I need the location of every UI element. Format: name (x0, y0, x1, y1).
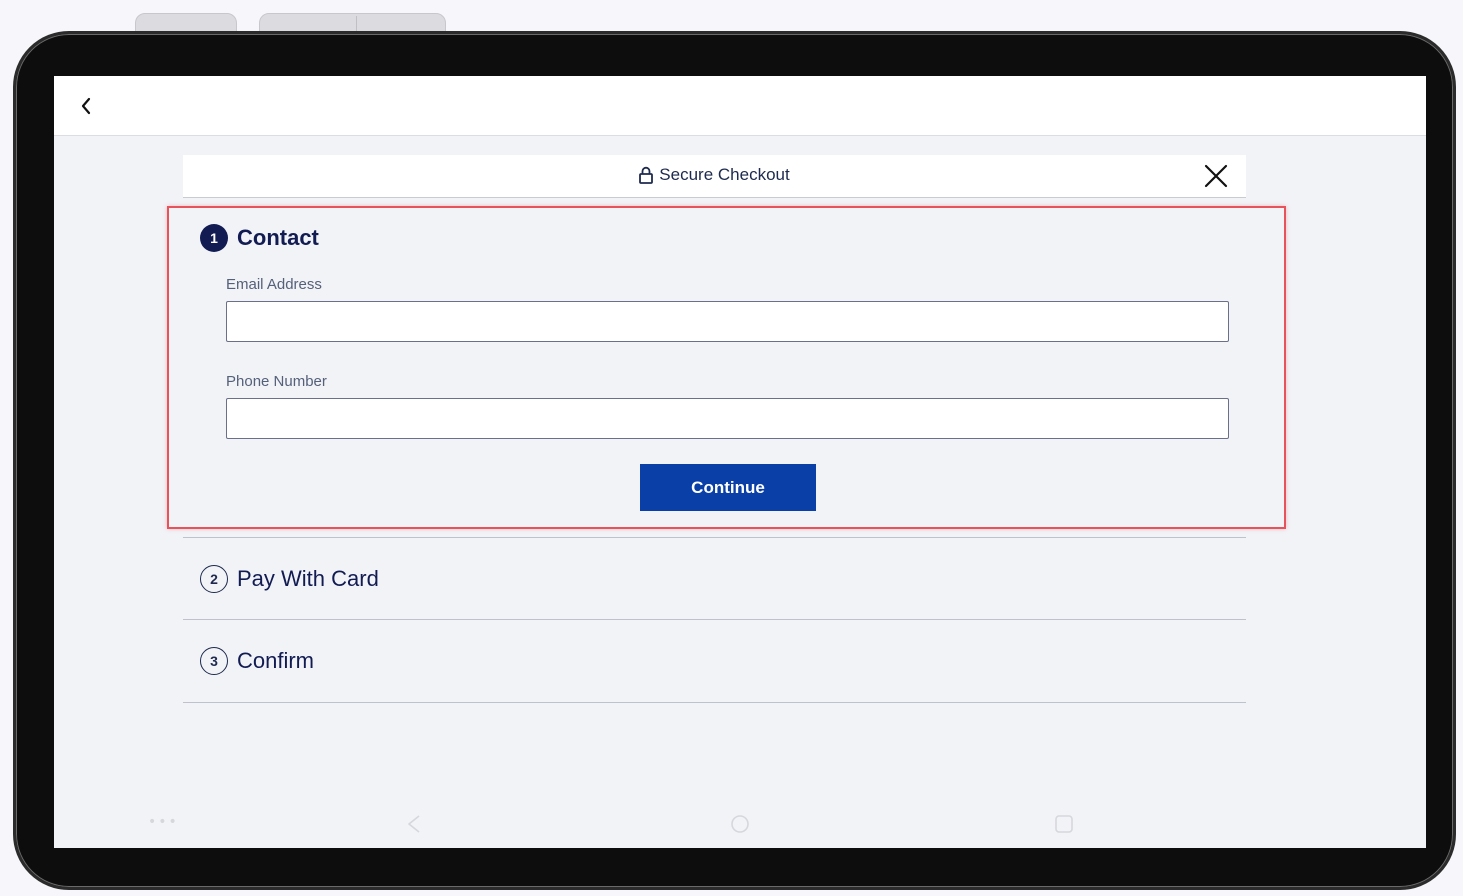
screen: Secure Checkout 1 Contact Email Address … (54, 76, 1426, 848)
phone-label: Phone Number (226, 373, 327, 390)
nav-home-icon[interactable] (730, 814, 750, 834)
section-divider (183, 619, 1246, 620)
chevron-left-icon (81, 97, 91, 115)
checkout-header: Secure Checkout (183, 155, 1246, 198)
step-label: Pay With Card (237, 566, 379, 591)
email-label: Email Address (226, 276, 322, 293)
step-contact[interactable]: 1 Contact (200, 224, 319, 252)
back-button[interactable] (72, 92, 100, 120)
lock-icon (639, 166, 654, 184)
page: Secure Checkout 1 Contact Email Address … (0, 0, 1463, 896)
step-label: Contact (237, 225, 319, 250)
step-number-badge: 2 (200, 565, 228, 593)
continue-button[interactable]: Continue (640, 464, 816, 511)
nav-menu-icon[interactable]: ••• (148, 814, 179, 830)
step-confirm[interactable]: 3 Confirm (200, 647, 314, 675)
step-number-badge: 1 (200, 224, 228, 252)
step-pay-with-card[interactable]: 2 Pay With Card (200, 565, 379, 593)
checkout-title-text: Secure Checkout (659, 165, 790, 184)
step-label: Confirm (237, 648, 315, 673)
nav-back-icon[interactable] (406, 814, 422, 834)
step-number-badge: 3 (200, 647, 228, 675)
section-divider (183, 537, 1246, 538)
nav-recents-icon[interactable] (1054, 814, 1074, 834)
close-icon (1204, 164, 1228, 188)
section-divider (183, 702, 1246, 703)
app-bar (54, 76, 1426, 136)
checkout-title: Secure Checkout (183, 165, 1246, 185)
email-field[interactable] (226, 301, 1229, 342)
phone-field[interactable] (226, 398, 1229, 439)
close-button[interactable] (1202, 162, 1230, 190)
